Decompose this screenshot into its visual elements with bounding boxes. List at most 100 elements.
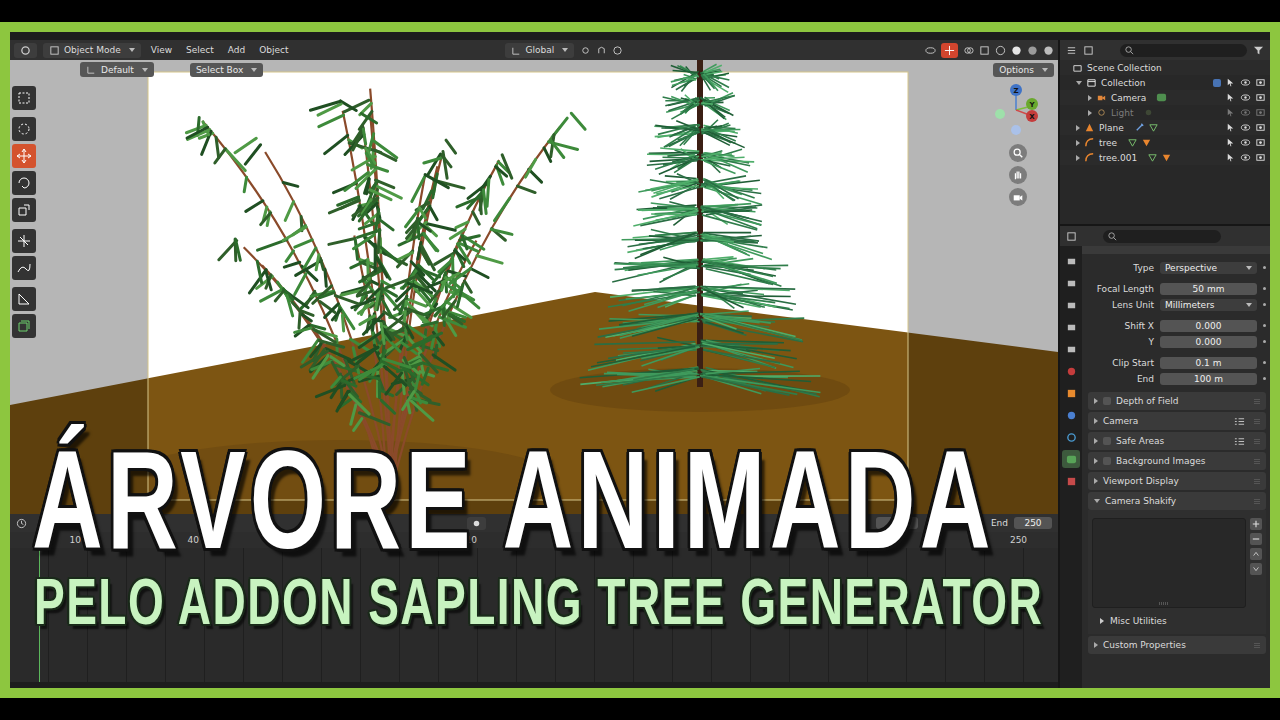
mode-dropdown[interactable]: Object Mode [43, 43, 141, 58]
keyframe-dot-icon[interactable] [1263, 287, 1266, 290]
pivot-icon[interactable] [580, 45, 591, 56]
material-icon[interactable] [1148, 122, 1159, 133]
property-field[interactable]: 50 mm [1160, 283, 1257, 295]
move-up-button[interactable] [1250, 548, 1262, 560]
tool-button[interactable] [12, 256, 36, 280]
panel-header[interactable]: Custom Properties [1088, 636, 1266, 654]
menu-item[interactable]: View [147, 45, 176, 55]
outliner-row[interactable]: Plane [1060, 120, 1270, 135]
panel-checkbox[interactable] [1103, 397, 1111, 405]
xray-icon[interactable] [979, 45, 990, 56]
zoom-button[interactable] [1009, 144, 1027, 162]
camera-data-icon[interactable] [1156, 92, 1167, 103]
clock-icon[interactable] [16, 518, 27, 529]
drag-grip-icon[interactable] [1254, 642, 1260, 648]
light-data-icon[interactable] [1143, 107, 1154, 118]
remove-button[interactable] [1250, 533, 1262, 545]
end-frame-field[interactable]: 250 [1014, 517, 1052, 529]
orientation-dropdown[interactable]: Global [505, 43, 575, 58]
options-dropdown[interactable]: Options [993, 63, 1054, 77]
property-field[interactable]: 0.000 [1160, 336, 1257, 348]
eye-icon[interactable] [1240, 107, 1251, 118]
drag-grip-icon[interactable] [1254, 418, 1260, 424]
panel-checkbox[interactable] [1103, 437, 1111, 445]
property-field[interactable]: 100 m [1160, 373, 1257, 385]
properties-tab[interactable] [1062, 340, 1080, 358]
snap-icon[interactable] [596, 45, 607, 56]
eye-icon[interactable] [1240, 122, 1251, 133]
selectable-icon[interactable] [1225, 137, 1236, 148]
outliner-row[interactable]: tree.001 [1060, 150, 1270, 165]
transform-orientation-dropdown[interactable]: Default [80, 62, 154, 77]
subpanel-header[interactable]: Misc Utilities [1092, 614, 1262, 630]
keyframe-dot-icon[interactable] [1263, 340, 1266, 343]
properties-tab[interactable] [1062, 472, 1080, 490]
outliner-row[interactable]: Camera [1060, 90, 1270, 105]
tool-button[interactable] [12, 229, 36, 253]
outliner-search[interactable] [1120, 44, 1247, 57]
gizmo-toggle[interactable] [941, 43, 958, 58]
tool-button[interactable] [12, 198, 36, 222]
property-field[interactable]: Millimeters [1160, 299, 1257, 311]
drag-grip-icon[interactable] [1254, 478, 1260, 484]
outliner-row[interactable]: tree [1060, 135, 1270, 150]
tool-button[interactable] [12, 86, 36, 110]
tool-button[interactable] [12, 314, 36, 338]
drag-grip-icon[interactable] [1254, 458, 1260, 464]
mesh-data-icon[interactable] [1141, 137, 1152, 148]
rendered-icon[interactable] [1043, 45, 1054, 56]
properties-tab[interactable] [1062, 406, 1080, 424]
pan-button[interactable] [1009, 166, 1027, 184]
keyframe-dot-icon[interactable] [1263, 266, 1266, 269]
tool-button[interactable] [12, 144, 36, 168]
move-down-button[interactable] [1250, 563, 1262, 575]
expand-arrow-icon[interactable] [1076, 81, 1082, 85]
panel-header[interactable]: Safe Areas [1088, 432, 1266, 450]
wireframe-icon[interactable] [995, 45, 1006, 56]
expand-arrow-icon[interactable] [1088, 95, 1092, 101]
expand-arrow-icon[interactable] [1088, 110, 1092, 116]
render-camera-icon[interactable] [1255, 122, 1266, 133]
presets-icon[interactable] [1234, 436, 1245, 447]
expand-arrow-icon[interactable] [1076, 140, 1080, 146]
eye-icon[interactable] [1240, 77, 1251, 88]
editor-type-button[interactable] [14, 43, 37, 58]
expand-arrow-icon[interactable] [1076, 125, 1080, 131]
render-camera-icon[interactable] [1255, 77, 1266, 88]
material-icon[interactable] [1127, 137, 1138, 148]
keyframe-dot-icon[interactable] [1263, 377, 1266, 380]
properties-tab[interactable] [1062, 362, 1080, 380]
panel-header[interactable]: Camera [1088, 412, 1266, 430]
panel-checkbox[interactable] [1103, 457, 1111, 465]
property-field[interactable]: 0.1 m [1160, 357, 1257, 369]
material-icon[interactable] [1027, 45, 1038, 56]
selectable-icon[interactable] [1225, 77, 1236, 88]
keyframe-dot-icon[interactable] [1263, 361, 1266, 364]
properties-tab[interactable] [1062, 450, 1080, 468]
add-button[interactable] [1250, 518, 1262, 530]
modifier-icon[interactable] [1134, 122, 1145, 133]
selectable-icon[interactable] [1225, 92, 1236, 103]
tool-button[interactable] [12, 287, 36, 311]
overlay-icon[interactable] [963, 45, 974, 56]
display-mode-icon[interactable] [1083, 45, 1094, 56]
expand-arrow-icon[interactable] [1076, 155, 1080, 161]
navigation-gizmo[interactable]: ZYX [988, 80, 1048, 206]
selectable-icon[interactable] [1225, 152, 1236, 163]
filter-icon[interactable] [1253, 45, 1264, 56]
outliner-row[interactable]: Collection [1060, 75, 1270, 90]
panel-header[interactable]: Camera Shakify [1088, 492, 1266, 510]
menu-item[interactable]: Select [182, 45, 218, 55]
property-field[interactable]: 0.000 [1160, 320, 1257, 332]
panel-header[interactable]: Viewport Display [1088, 472, 1266, 490]
selectable-icon[interactable] [1225, 122, 1236, 133]
exclude-checkbox[interactable] [1213, 79, 1221, 87]
properties-tab[interactable] [1062, 274, 1080, 292]
eye-icon[interactable] [1240, 152, 1251, 163]
outliner-editor-icon[interactable] [1066, 45, 1077, 56]
proportional-icon[interactable] [612, 45, 623, 56]
properties-tab[interactable] [1062, 296, 1080, 314]
render-camera-icon[interactable] [1255, 107, 1266, 118]
drag-grip-icon[interactable] [1254, 498, 1260, 504]
menu-item[interactable]: Object [255, 45, 292, 55]
